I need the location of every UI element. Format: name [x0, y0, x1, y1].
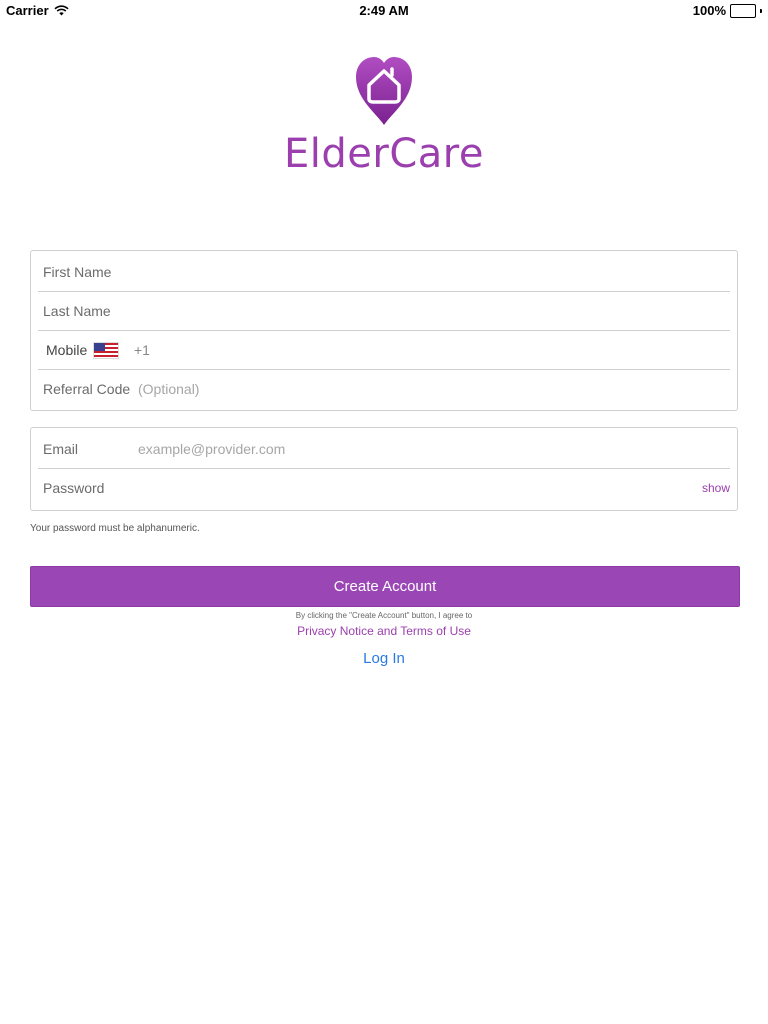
personal-info-group: First Name Last Name Mobile +1 Referral …	[30, 250, 738, 411]
brand-name: ElderCare	[284, 131, 484, 177]
referral-code-placeholder: (Optional)	[138, 381, 200, 397]
create-account-button[interactable]: Create Account	[30, 566, 740, 607]
last-name-field[interactable]: Last Name	[38, 292, 730, 331]
password-hint: Your password must be alphanumeric.	[30, 523, 200, 534]
brand-logo: ElderCare	[0, 55, 768, 177]
password-field[interactable]: Password show	[38, 469, 730, 507]
email-placeholder: example@provider.com	[138, 441, 286, 457]
mobile-label: Mobile	[46, 342, 88, 358]
login-link[interactable]: Log In	[0, 650, 768, 667]
signup-screen: Carrier 2:49 AM 100% ElderCare First Nam…	[0, 0, 768, 1024]
battery-icon	[730, 3, 756, 18]
battery-percent: 100%	[692, 3, 726, 18]
password-label: Password	[43, 480, 105, 496]
email-field[interactable]: Email example@provider.com	[38, 430, 730, 469]
first-name-placeholder: First Name	[43, 264, 112, 280]
show-password-toggle[interactable]: show	[702, 481, 730, 495]
heart-house-icon	[356, 57, 412, 125]
status-bar: Carrier 2:49 AM 100%	[0, 0, 768, 22]
email-label: Email	[43, 441, 79, 457]
credentials-group: Email example@provider.com Password show	[30, 427, 738, 511]
first-name-field[interactable]: First Name	[38, 253, 730, 292]
mobile-field[interactable]: Mobile +1	[38, 331, 730, 370]
referral-code-field[interactable]: Referral Code (Optional)	[38, 370, 730, 408]
terms-link[interactable]: Privacy Notice and Terms of Use	[0, 624, 768, 638]
referral-code-label: Referral Code	[43, 381, 131, 397]
last-name-placeholder: Last Name	[43, 303, 111, 319]
agreement-text: By clicking the "Create Account" button,…	[295, 611, 473, 620]
clock: 2:49 AM	[359, 3, 409, 18]
country-code: +1	[134, 342, 150, 358]
us-flag-icon[interactable]	[93, 341, 120, 359]
